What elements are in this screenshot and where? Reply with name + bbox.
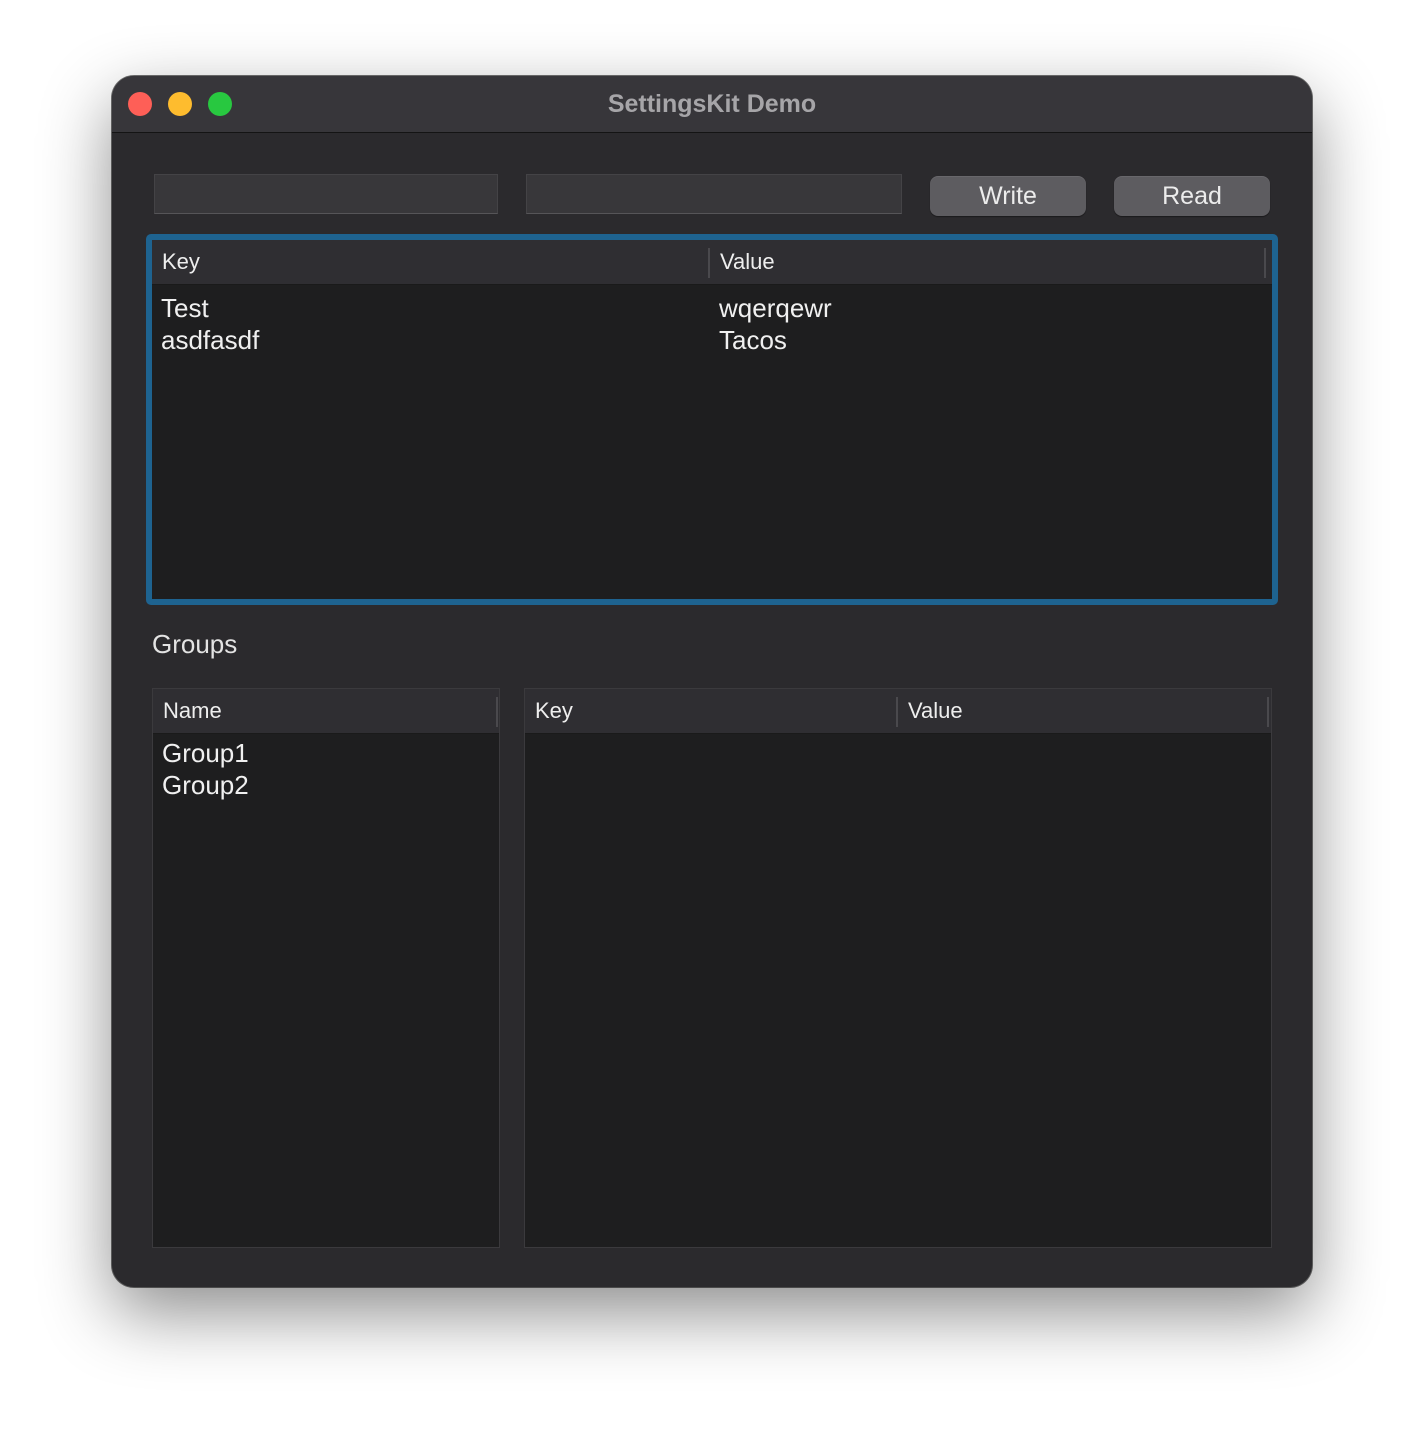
window-title: SettingsKit Demo — [607, 90, 817, 118]
settings-table[interactable]: Key Value Test wqerqewr asdfasdf Tacos — [146, 234, 1278, 605]
column-header-key[interactable]: Key — [525, 689, 896, 733]
group-names-table-header: Name — [153, 689, 499, 734]
table-cell-key[interactable]: Test — [161, 292, 209, 324]
group-values-table[interactable]: Key Value — [524, 688, 1272, 1248]
column-header-name[interactable]: Name — [153, 689, 496, 733]
column-divider[interactable] — [496, 697, 498, 727]
table-cell-key[interactable]: asdfasdf — [161, 324, 259, 356]
groups-label: Groups — [152, 629, 238, 659]
column-divider[interactable] — [1267, 697, 1269, 727]
table-cell-value[interactable]: Tacos — [719, 324, 787, 356]
column-divider[interactable] — [1264, 248, 1266, 278]
group-list-item[interactable]: Group2 — [162, 769, 249, 801]
column-header-value[interactable]: Value — [710, 240, 1266, 284]
group-values-table-header: Key Value — [525, 689, 1271, 734]
group-list-item[interactable]: Group1 — [162, 737, 249, 769]
group-names-table[interactable]: Name Group1 Group2 — [152, 688, 500, 1248]
settings-table-header: Key Value — [152, 240, 1272, 285]
title-bar[interactable]: SettingsKit Demo — [112, 76, 1312, 133]
column-header-value[interactable]: Value — [898, 689, 1268, 733]
write-button[interactable]: Write — [930, 176, 1086, 216]
key-input[interactable] — [154, 174, 498, 214]
value-input[interactable] — [526, 174, 902, 214]
column-header-key[interactable]: Key — [152, 240, 708, 284]
read-button[interactable]: Read — [1114, 176, 1270, 216]
table-cell-value[interactable]: wqerqewr — [719, 292, 832, 324]
app-window: SettingsKit Demo Write Read Key Value Te… — [112, 76, 1312, 1287]
